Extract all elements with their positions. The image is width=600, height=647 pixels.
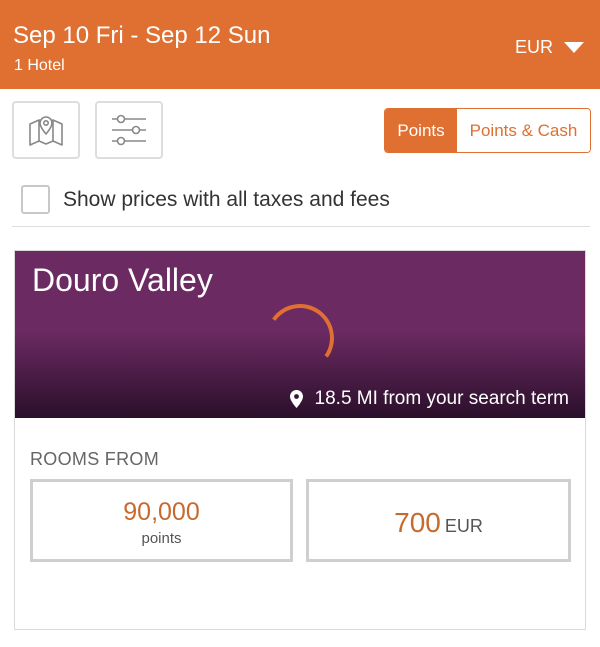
map-view-button[interactable] — [12, 101, 80, 159]
tax-option-row[interactable]: Show prices with all taxes and fees — [21, 185, 390, 214]
date-range[interactable]: Sep 10 Fri - Sep 12 Sun — [13, 22, 270, 50]
header-bar: Sep 10 Fri - Sep 12 Sun 1 Hotel EUR — [0, 0, 600, 89]
cash-price-button[interactable]: 700 EUR — [306, 479, 571, 562]
loading-spinner-icon — [260, 298, 340, 378]
filter-button[interactable] — [95, 101, 163, 159]
map-pin-icon — [29, 116, 63, 146]
tax-checkbox[interactable] — [21, 185, 50, 214]
currency-selector[interactable]: EUR — [515, 37, 584, 58]
hotel-distance: 18.5 MI from your search term — [289, 388, 569, 410]
sliders-icon — [112, 114, 146, 146]
cash-price: 700 — [394, 507, 441, 538]
rooms-from-label: ROOMS FROM — [30, 449, 159, 469]
cash-price-line: 700 EUR — [309, 507, 568, 539]
points-price-button[interactable]: 90,000 points — [30, 479, 293, 562]
chevron-down-icon — [564, 42, 584, 53]
pricing-toggle: Points Points & Cash — [384, 108, 591, 153]
points-option[interactable]: Points — [385, 109, 457, 152]
points-price: 90,000 — [123, 498, 200, 526]
hotel-name: Douro Valley — [32, 262, 213, 298]
points-unit: points — [141, 530, 182, 547]
currency-label: EUR — [514, 37, 553, 57]
tax-checkbox-label: Show prices with all taxes and fees — [63, 187, 390, 211]
hotel-card[interactable]: Douro Valley 18.5 MI from your search te… — [14, 250, 586, 630]
distance-text: 18.5 MI from your search term — [314, 388, 569, 409]
hotel-image[interactable]: Douro Valley 18.5 MI from your search te… — [15, 251, 585, 418]
hotel-count: 1 Hotel — [14, 57, 65, 74]
location-pin-icon — [289, 390, 303, 408]
divider — [12, 226, 590, 227]
points-cash-option[interactable]: Points & Cash — [457, 109, 590, 152]
cash-currency: EUR — [444, 516, 483, 536]
